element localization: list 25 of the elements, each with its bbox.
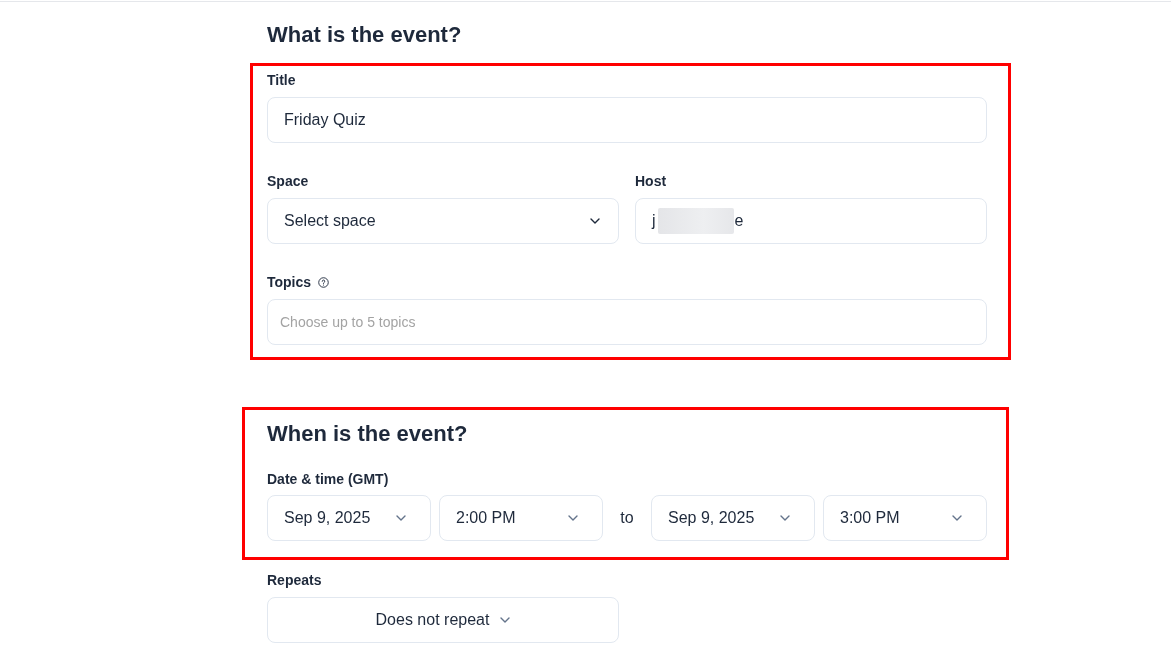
section-heading: When is the event? — [267, 420, 469, 448]
chevron-down-icon — [568, 515, 578, 521]
time-select[interactable]: 3:00 PM — [823, 495, 987, 541]
title-field[interactable]: Friday Quiz — [267, 97, 987, 143]
date-select[interactable]: Sep 9, 2025 — [651, 495, 815, 541]
range-separator: to — [619, 509, 635, 527]
repeat-select[interactable]: Does not repeat — [267, 597, 619, 643]
section-heading: What is the event? — [267, 21, 463, 49]
chevron-down-icon — [396, 515, 406, 521]
chevron-down-icon — [780, 515, 790, 521]
help-icon[interactable] — [318, 276, 330, 288]
field-label: Space — [267, 172, 310, 191]
space-select[interactable]: Select space — [267, 198, 619, 244]
time-select[interactable]: 2:00 PM — [439, 495, 603, 541]
field-label: Topics — [267, 273, 312, 292]
topics-field[interactable]: Choose up to 5 topics — [267, 299, 987, 345]
field-label: Repeats — [267, 571, 323, 590]
chevron-down-icon — [500, 617, 511, 623]
field-label: Title — [267, 71, 297, 90]
date-select[interactable]: Sep 9, 2025 — [267, 495, 431, 541]
field-label: Date & time (GMT) — [267, 470, 390, 489]
chevron-down-icon — [590, 218, 600, 224]
chevron-down-icon — [952, 515, 962, 521]
host-field[interactable]: j e — [635, 198, 987, 244]
field-label: Host — [635, 172, 668, 191]
